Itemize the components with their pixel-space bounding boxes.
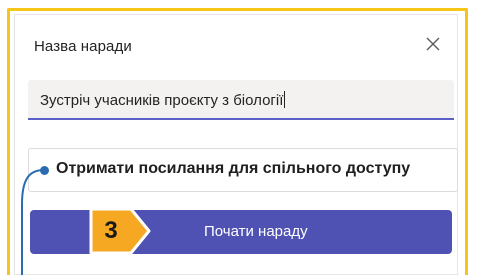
step-number: 3 <box>104 217 118 244</box>
pointer-dot <box>40 166 49 175</box>
screenshot-stage: Назва наради Зустріч учасників проєкту з… <box>0 0 480 275</box>
step-badge: 3 <box>87 205 151 257</box>
meeting-name-input[interactable]: Зустріч учасників проєкту з біології <box>28 80 454 120</box>
start-meeting-label: Почати нараду <box>204 223 308 240</box>
meeting-name-value: Зустріч учасників проєкту з біології <box>40 92 284 109</box>
text-caret <box>284 91 286 108</box>
dialog-title: Назва наради <box>34 38 132 55</box>
share-link-label: Отримати посилання для спільного доступу <box>56 160 411 177</box>
close-icon[interactable] <box>423 34 443 54</box>
